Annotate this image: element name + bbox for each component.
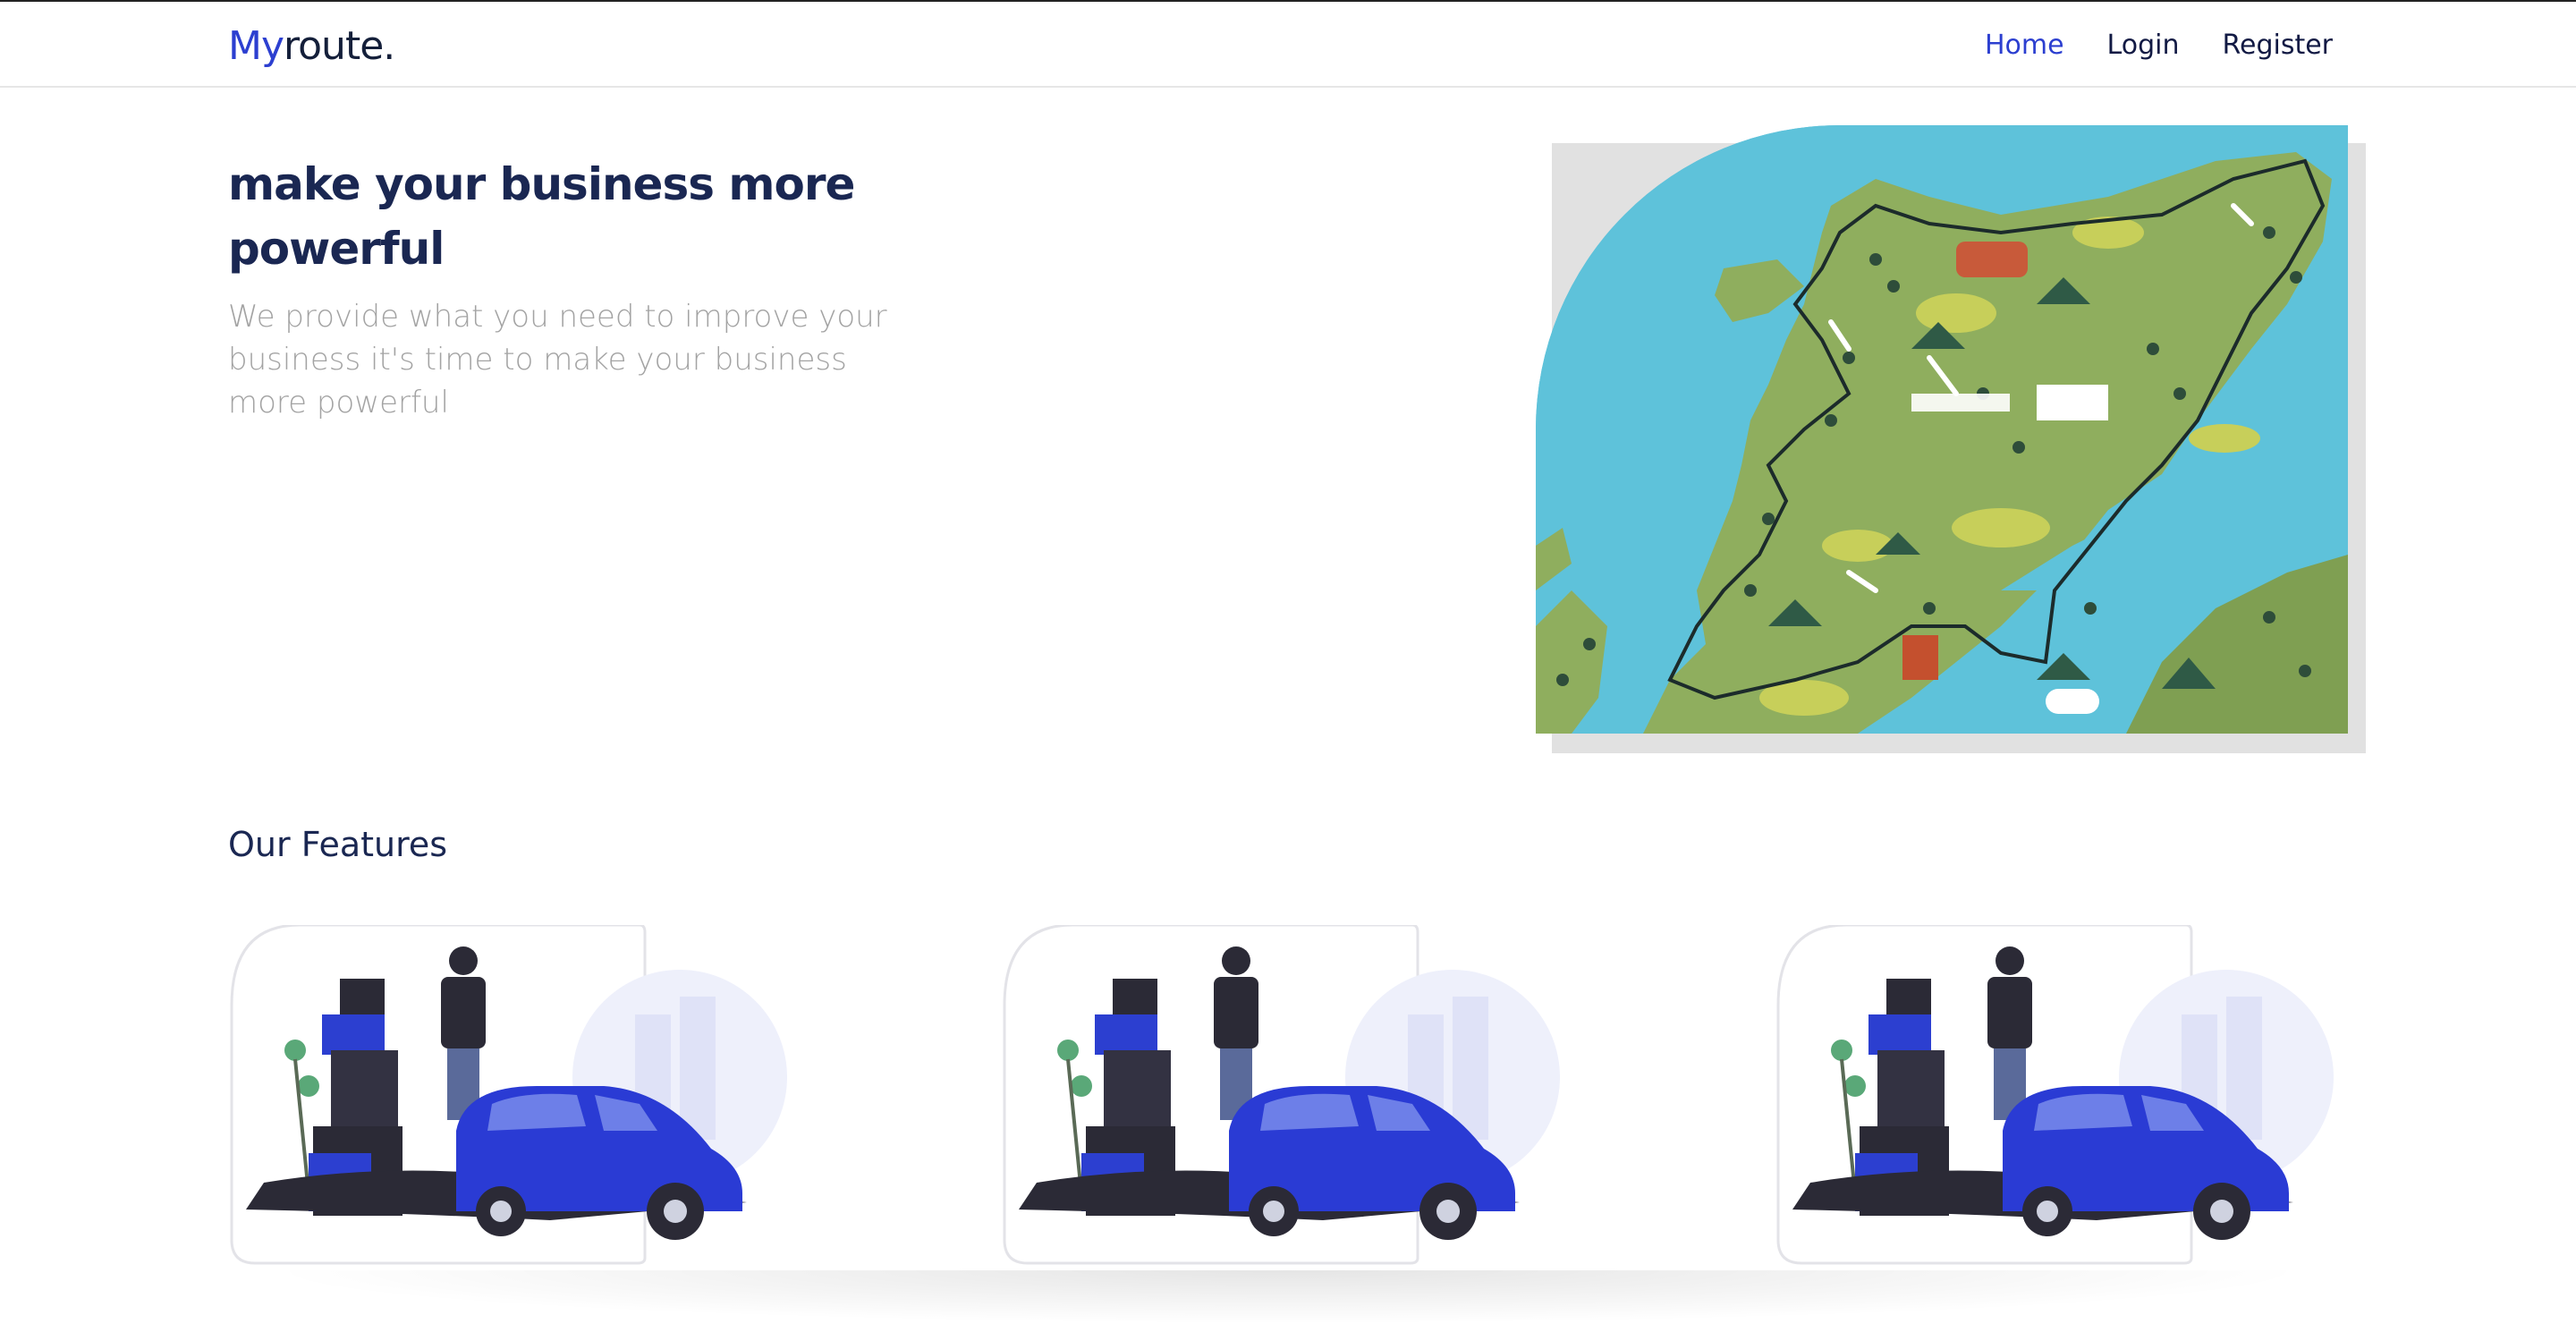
hero-subtitle: We provide what you need to improve your… xyxy=(228,299,887,420)
feature-card[interactable] xyxy=(228,925,801,1265)
nav-links: Home Login Register xyxy=(1985,27,2333,64)
features-title: Our Features xyxy=(228,825,448,864)
delivery-car-illustration-icon xyxy=(1003,925,1560,1265)
card-row-shadow xyxy=(259,1270,2317,1324)
nav-register-link[interactable]: Register xyxy=(2222,27,2333,64)
feature-card[interactable] xyxy=(1775,925,2347,1265)
delivery-car-illustration-icon xyxy=(1776,925,2334,1265)
hero-map-image xyxy=(1536,125,2348,734)
nav-login-link[interactable]: Login xyxy=(2107,27,2180,64)
delivery-car-illustration-icon xyxy=(230,925,787,1265)
illustrated-route-map-icon xyxy=(1536,125,2348,734)
feature-card[interactable] xyxy=(1001,925,1573,1265)
brand-logo[interactable]: Myroute. xyxy=(228,21,395,72)
navbar: Myroute. Home Login Register xyxy=(0,2,2576,88)
nav-home-link[interactable]: Home xyxy=(1985,27,2064,64)
hero-title: make your business more powerful xyxy=(228,158,855,275)
brand-suffix: route. xyxy=(284,23,395,69)
brand-prefix: My xyxy=(228,23,284,69)
